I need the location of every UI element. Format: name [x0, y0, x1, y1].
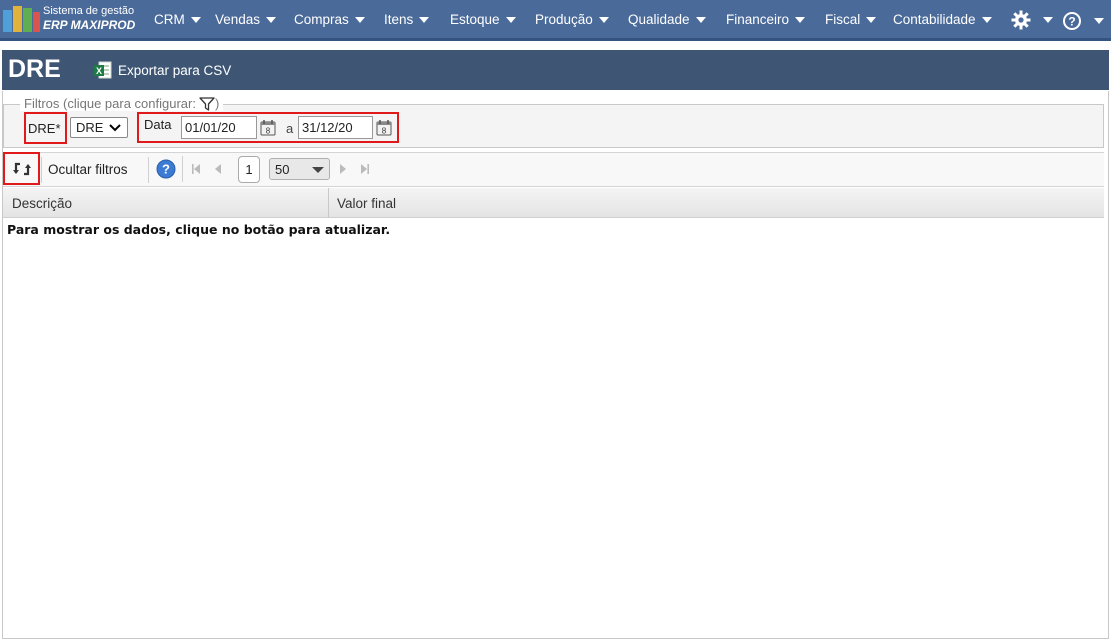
menu-label: Estoque: [450, 12, 500, 27]
brand-line-2: ERP MAXIPROD: [43, 18, 136, 32]
column-header-valor-final[interactable]: Valor final: [337, 196, 396, 211]
svg-text:8: 8: [382, 127, 387, 136]
filters-legend-end: ): [214, 96, 220, 111]
refresh-icon[interactable]: [12, 161, 32, 177]
menu-contabilidade[interactable]: Contabilidade: [893, 12, 992, 27]
caret-down-icon: [1043, 17, 1053, 23]
help-icon[interactable]: ?: [156, 159, 176, 179]
toolbar-separator: [41, 157, 42, 183]
help-icon: ?: [1063, 12, 1081, 30]
menu-label: Fiscal: [825, 12, 861, 27]
menu-qualidade[interactable]: Qualidade: [628, 12, 706, 27]
menu-label: Qualidade: [628, 12, 690, 27]
date-from-value: 01/01/20: [185, 120, 236, 135]
top-navigation: Sistema de gestão ERP MAXIPROD CRM Venda…: [0, 0, 1111, 41]
hide-filters-button[interactable]: Ocultar filtros: [48, 162, 128, 177]
caret-down-icon: [866, 17, 877, 23]
page-title: DRE: [8, 55, 61, 83]
filters-legend[interactable]: Filtros (clique para configurar: ): [20, 96, 224, 111]
caret-down-icon: [598, 17, 609, 23]
svg-text:?: ?: [1068, 15, 1075, 29]
dre-select-value: DRE: [76, 120, 104, 135]
caret-down-icon: [695, 17, 706, 23]
menu-label: Contabilidade: [893, 12, 976, 27]
brand-line-1: Sistema de gestão: [43, 5, 135, 17]
menu-producao[interactable]: Produção: [535, 12, 609, 27]
caret-down-icon: [190, 17, 201, 23]
empty-grid-message: Para mostrar os dados, clique no botão p…: [7, 222, 391, 237]
grid-header: Descrição Valor final: [3, 188, 1104, 218]
dre-select[interactable]: DRE: [70, 117, 128, 138]
page-size-value: 50: [275, 161, 290, 177]
funnel-icon[interactable]: [199, 96, 215, 111]
calendar-icon[interactable]: 8: [376, 119, 392, 136]
export-csv-button[interactable]: X Exportar para CSV: [93, 60, 231, 80]
date-filter-label: Data: [144, 117, 172, 132]
date-to-value: 31/12/20: [302, 120, 353, 135]
menu-compras[interactable]: Compras: [294, 12, 365, 27]
first-page-icon[interactable]: [191, 163, 201, 175]
date-from-input[interactable]: 01/01/20: [181, 116, 257, 139]
last-page-icon[interactable]: [360, 163, 370, 175]
brand[interactable]: Sistema de gestão ERP MAXIPROD: [43, 4, 135, 32]
date-range-separator: a: [286, 121, 294, 136]
toolbar-separator: [148, 157, 149, 183]
menu-financeiro[interactable]: Financeiro: [726, 12, 806, 27]
menu-fiscal[interactable]: Fiscal: [825, 12, 877, 27]
caret-down-icon: [266, 17, 277, 23]
erp-logo-icon[interactable]: [3, 4, 41, 34]
caret-down-icon: [1094, 18, 1104, 24]
excel-icon: X: [94, 61, 112, 79]
menu-label: Itens: [384, 12, 414, 27]
toolbar-separator: [182, 156, 183, 182]
column-header-descricao[interactable]: Descrição: [12, 196, 72, 211]
menu-estoque[interactable]: Estoque: [450, 12, 516, 27]
menu-vendas[interactable]: Vendas: [215, 12, 277, 27]
filters-legend-text: Filtros (clique para configurar:: [24, 96, 196, 111]
column-resize-handle[interactable]: [328, 188, 329, 218]
calendar-icon[interactable]: 8: [260, 119, 276, 136]
menu-itens[interactable]: Itens: [384, 12, 430, 27]
next-page-icon[interactable]: [339, 163, 347, 175]
caret-down-icon: [795, 17, 806, 23]
chevron-down-icon: [109, 123, 122, 131]
menu-label: Produção: [535, 12, 593, 27]
svg-text:X: X: [96, 66, 102, 76]
previous-page-icon[interactable]: [214, 163, 222, 175]
gear-icon: [1011, 10, 1031, 30]
menu-label: Compras: [294, 12, 349, 27]
page-number-input[interactable]: 1: [238, 156, 260, 183]
date-to-input[interactable]: 31/12/20: [298, 116, 373, 139]
menu-label: Financeiro: [726, 12, 790, 27]
dre-filter-label: DRE*: [28, 121, 61, 136]
caret-down-icon: [419, 17, 430, 23]
help-menu[interactable]: ?: [1062, 11, 1104, 31]
page-header: DRE X Exportar para CSV: [2, 50, 1109, 90]
svg-text:8: 8: [266, 127, 271, 136]
settings-menu[interactable]: [1011, 10, 1053, 30]
page-size-select[interactable]: 50: [269, 158, 330, 180]
export-label: Exportar para CSV: [118, 62, 232, 78]
caret-down-icon: [981, 17, 992, 23]
menu-label: CRM: [154, 12, 185, 27]
svg-text:?: ?: [162, 162, 170, 177]
menu-label: Vendas: [215, 12, 261, 27]
caret-down-icon: [505, 17, 516, 23]
caret-down-icon: [354, 17, 365, 23]
menu-crm[interactable]: CRM: [154, 12, 201, 27]
caret-down-icon: [312, 167, 324, 173]
